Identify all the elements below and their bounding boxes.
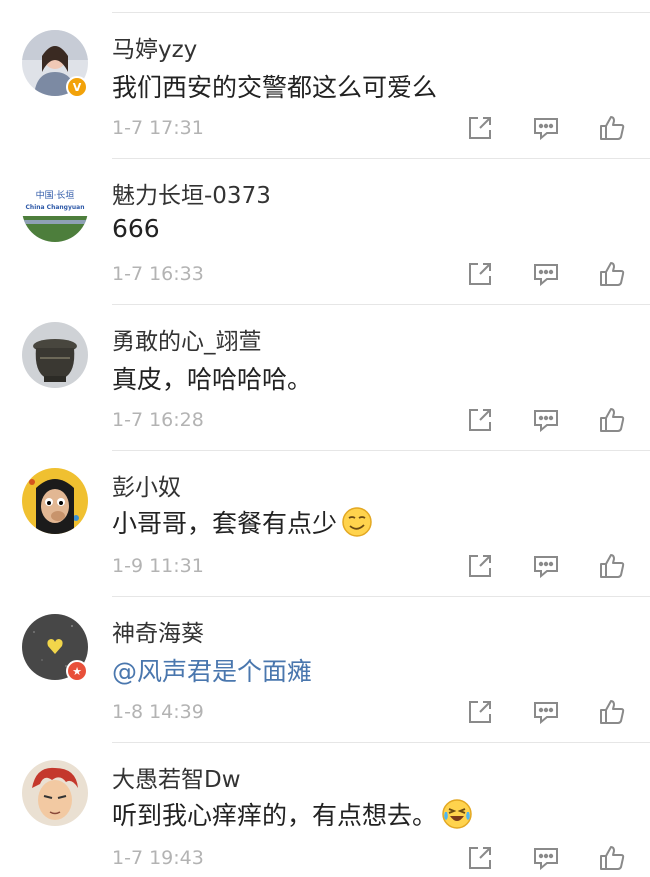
comment-actions xyxy=(466,260,636,290)
avatar[interactable] xyxy=(22,468,88,534)
timestamp: 1-7 16:28 xyxy=(112,409,204,431)
comment-icon[interactable] xyxy=(532,260,560,288)
star-badge-icon: ★ xyxy=(66,660,88,682)
comment-item: V 马婷yzy 我们西安的交警都这么可爱么 1-7 17:31 xyxy=(0,0,650,146)
comment-item: 勇敢的心_翊萱 真皮，哈哈哈哈。 1-7 16:28 xyxy=(0,292,650,438)
share-icon[interactable] xyxy=(466,844,494,872)
share-icon[interactable] xyxy=(466,406,494,434)
comment-actions xyxy=(466,844,636,874)
comment-item: 中国·长垣 China Changyuan 魅力长垣-0373 666 1-7 … xyxy=(0,146,650,292)
share-icon[interactable] xyxy=(466,260,494,288)
comment-actions xyxy=(466,552,636,582)
username[interactable]: 彭小奴 xyxy=(112,468,181,502)
divider xyxy=(112,596,650,597)
thumbs-up-icon[interactable] xyxy=(598,114,626,142)
comment-actions xyxy=(466,114,636,144)
laugh-cry-emoji xyxy=(441,798,473,830)
comment-icon[interactable] xyxy=(532,698,560,726)
comment-icon[interactable] xyxy=(532,552,560,580)
username[interactable]: 神奇海葵 xyxy=(112,614,204,648)
username[interactable]: 大愚若智Dw xyxy=(112,760,241,794)
comment-text: 听到我心痒痒的，有点想去。 xyxy=(112,796,473,832)
divider xyxy=(112,12,650,13)
timestamp: 1-9 11:31 xyxy=(112,555,204,577)
thumbs-up-icon[interactable] xyxy=(598,406,626,434)
share-icon[interactable] xyxy=(466,698,494,726)
comment-item: 彭小奴 小哥哥，套餐有点少 1-9 11:31 xyxy=(0,438,650,584)
comment-text-mention[interactable]: @风声君是个面瘫 xyxy=(112,652,312,688)
divider xyxy=(112,450,650,451)
comment-text: 我们西安的交警都这么可爱么 xyxy=(112,73,438,102)
svg-text:China Changyuan: China Changyuan xyxy=(26,204,85,211)
timestamp: 1-7 17:31 xyxy=(112,117,204,139)
verified-badge-icon: V xyxy=(66,76,88,98)
share-icon[interactable] xyxy=(466,114,494,142)
username[interactable]: 魅力长垣-0373 xyxy=(112,176,271,210)
timestamp: 1-8 14:39 xyxy=(112,701,204,723)
avatar[interactable] xyxy=(22,322,88,388)
divider xyxy=(112,742,650,743)
thumbs-up-icon[interactable] xyxy=(598,552,626,580)
thumbs-up-icon[interactable] xyxy=(598,844,626,872)
comment-text: 小哥哥，套餐有点少 xyxy=(112,504,373,540)
thumbs-up-icon[interactable] xyxy=(598,698,626,726)
svg-text:中国·长垣: 中国·长垣 xyxy=(36,189,75,201)
comment-icon[interactable] xyxy=(532,406,560,434)
comment-text: 666 xyxy=(112,214,160,243)
timestamp: 1-7 16:33 xyxy=(112,263,204,285)
thumbs-up-icon[interactable] xyxy=(598,260,626,288)
username[interactable]: 马婷yzy xyxy=(112,30,197,64)
avatar[interactable]: 中国·长垣 China Changyuan xyxy=(22,176,88,242)
divider xyxy=(112,304,650,305)
avatar[interactable] xyxy=(22,760,88,826)
comment-icon[interactable] xyxy=(532,114,560,142)
timestamp: 1-7 19:43 xyxy=(112,847,204,869)
share-icon[interactable] xyxy=(466,552,494,580)
comment-actions xyxy=(466,406,636,436)
comment-item: ★ 神奇海葵 @风声君是个面瘫 1-8 14:39 xyxy=(0,584,650,730)
comment-list: V 马婷yzy 我们西安的交警都这么可爱么 1-7 17:31 中国·长垣 Ch… xyxy=(0,0,650,877)
divider xyxy=(112,158,650,159)
username[interactable]: 勇敢的心_翊萱 xyxy=(112,322,262,356)
comment-icon[interactable] xyxy=(532,844,560,872)
comment-text: 真皮，哈哈哈哈。 xyxy=(112,365,313,394)
smirk-emoji xyxy=(341,506,373,538)
comment-item: 大愚若智Dw 听到我心痒痒的，有点想去。 1-7 19:43 xyxy=(0,730,650,876)
comment-actions xyxy=(466,698,636,728)
